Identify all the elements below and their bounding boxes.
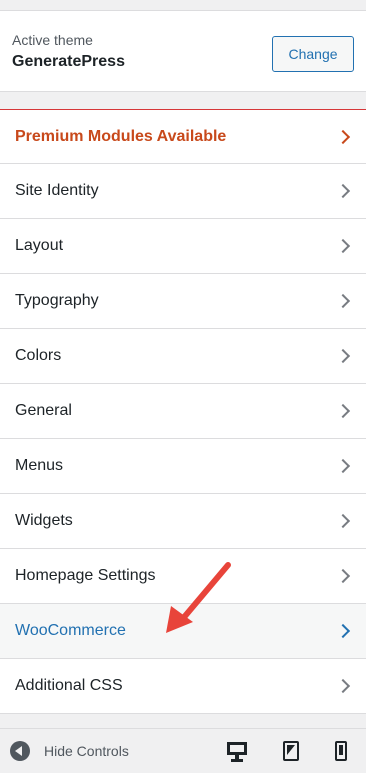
chevron-right-icon <box>335 129 351 144</box>
hide-controls-button[interactable]: Hide Controls <box>0 741 129 761</box>
menu-item-label: Homepage Settings <box>15 567 156 584</box>
customizer-panel: Active theme GeneratePress Change Premiu… <box>0 0 366 773</box>
mobile-icon[interactable] <box>330 740 352 762</box>
menu-item-colors[interactable]: Colors <box>0 329 366 384</box>
customizer-menu: Premium Modules Available Site Identity … <box>0 109 366 714</box>
menu-item-label: General <box>15 402 72 419</box>
chevron-right-icon <box>335 293 351 309</box>
menu-item-label: Premium Modules Available <box>15 127 227 145</box>
menu-item-label: Additional CSS <box>15 677 123 694</box>
menu-item-woocommerce[interactable]: WooCommerce <box>0 604 366 659</box>
section-gap <box>0 92 366 109</box>
menu-item-menus[interactable]: Menus <box>0 439 366 494</box>
customizer-footer: Hide Controls <box>0 728 366 773</box>
chevron-right-icon <box>335 513 351 529</box>
chevron-right-icon <box>335 678 351 694</box>
chevron-right-icon <box>335 403 351 419</box>
menu-item-general[interactable]: General <box>0 384 366 439</box>
menu-item-site-identity[interactable]: Site Identity <box>0 164 366 219</box>
chevron-right-icon <box>335 458 351 474</box>
desktop-icon[interactable] <box>226 740 248 762</box>
menu-item-label: Typography <box>15 292 99 309</box>
hide-controls-label: Hide Controls <box>44 743 129 759</box>
chevron-right-icon <box>335 238 351 254</box>
menu-item-label: WooCommerce <box>15 622 126 639</box>
top-strip <box>0 0 366 10</box>
chevron-right-icon <box>335 183 351 199</box>
menu-item-label: Layout <box>15 237 64 254</box>
menu-item-additional-css[interactable]: Additional CSS <box>0 659 366 714</box>
chevron-right-icon <box>335 623 351 639</box>
menu-item-label: Widgets <box>15 512 73 529</box>
menu-item-homepage-settings[interactable]: Homepage Settings <box>0 549 366 604</box>
menu-item-label: Colors <box>15 347 62 364</box>
change-theme-button[interactable]: Change <box>272 36 354 72</box>
menu-item-label: Site Identity <box>15 182 99 199</box>
chevron-right-icon <box>335 348 351 364</box>
menu-item-label: Menus <box>15 457 64 474</box>
menu-item-typography[interactable]: Typography <box>0 274 366 329</box>
menu-item-layout[interactable]: Layout <box>0 219 366 274</box>
collapse-left-icon <box>10 741 30 761</box>
tablet-icon[interactable] <box>280 740 302 762</box>
chevron-right-icon <box>335 568 351 584</box>
active-theme-section: Active theme GeneratePress Change <box>0 10 366 92</box>
menu-item-premium-modules[interactable]: Premium Modules Available <box>0 109 366 164</box>
menu-item-widgets[interactable]: Widgets <box>0 494 366 549</box>
